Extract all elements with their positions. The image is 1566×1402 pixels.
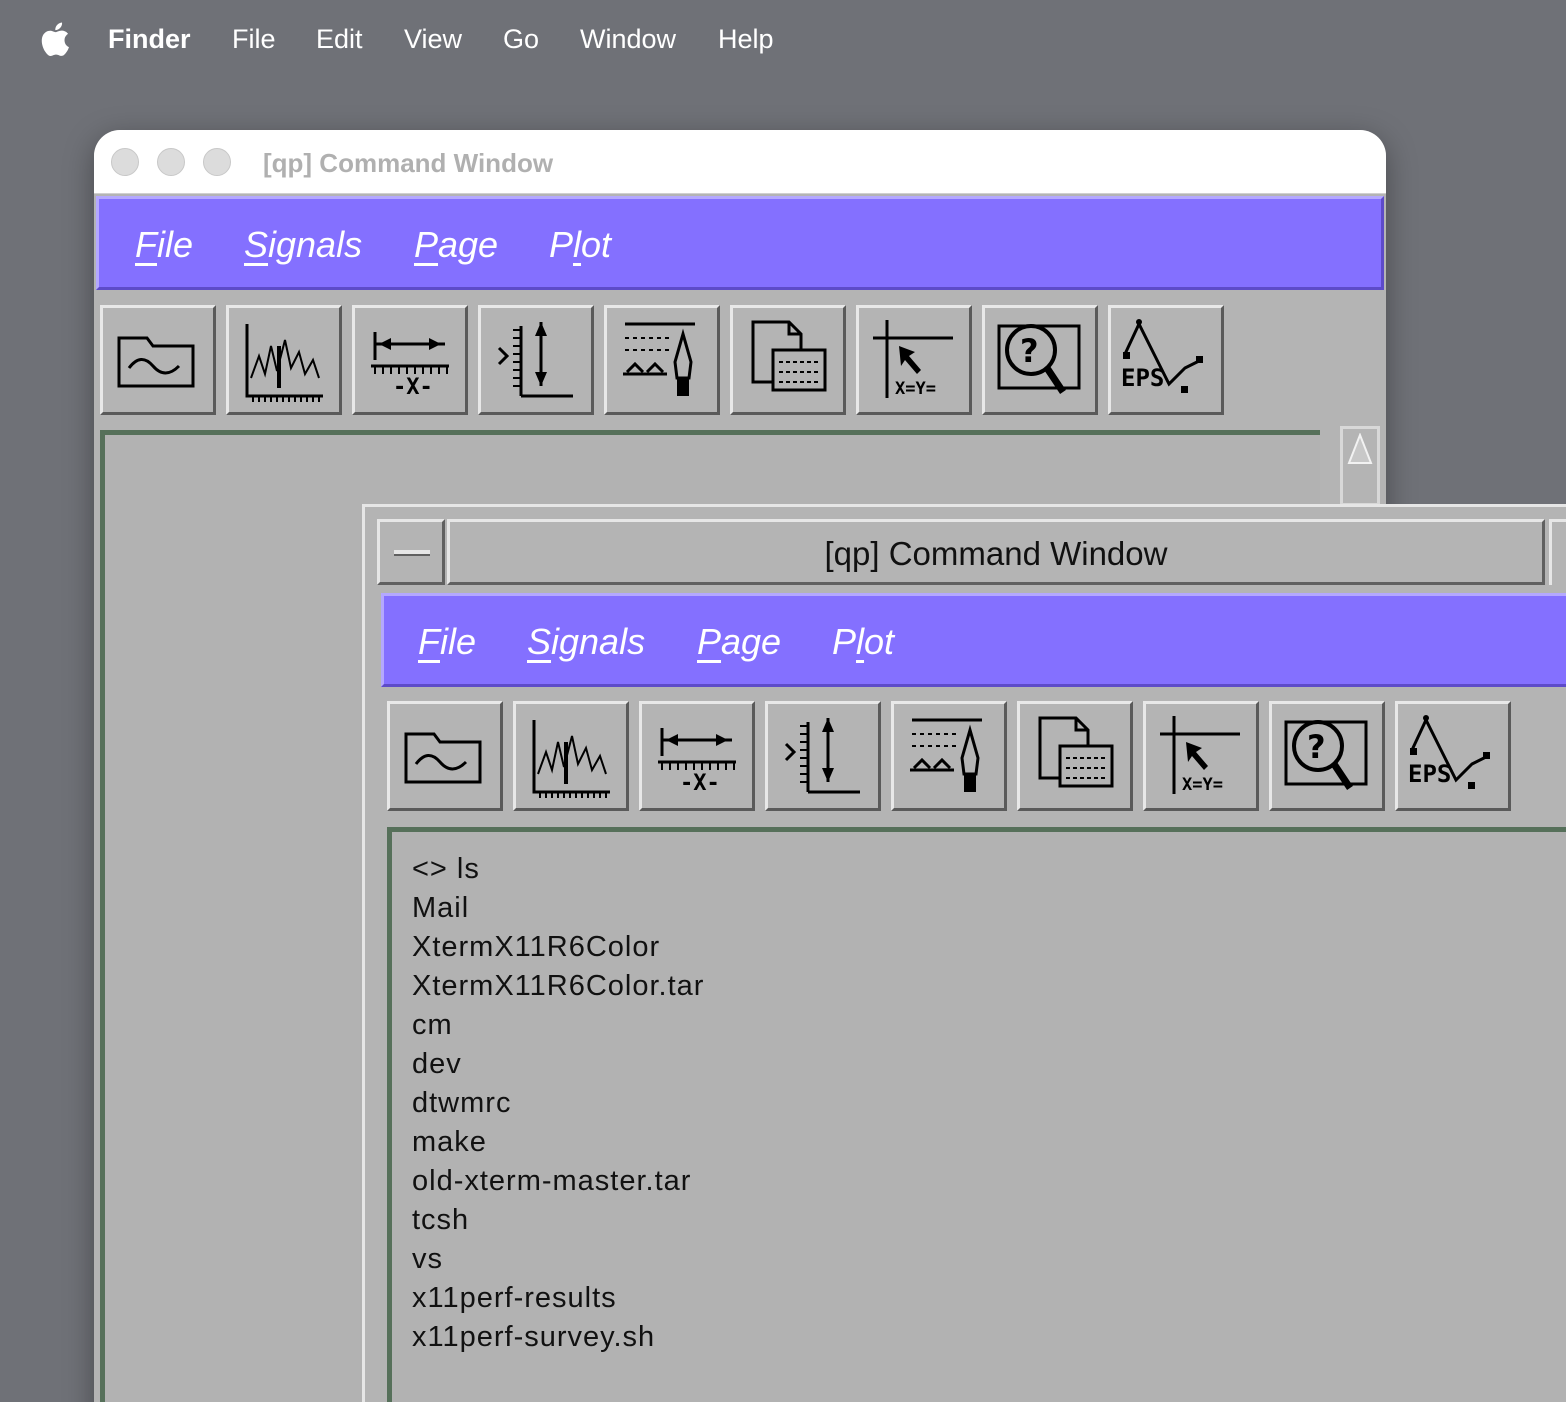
front-toolbar-button-1[interactable] [387, 701, 503, 811]
front-toolbar: -X- X=Y=? EPS [387, 701, 1527, 813]
title-area[interactable]: [qp] Command Window [447, 519, 1545, 585]
front-toolbar-button-4[interactable] [765, 701, 881, 811]
console-line: x11perf-results [412, 1282, 617, 1314]
console-line: dtwmrc [412, 1087, 512, 1119]
console-area[interactable]: <> ls Mail XtermX11R6Color XtermX11R6Color.… [387, 827, 1566, 1402]
svg-text:X=Y=: X=Y= [895, 379, 936, 399]
svg-text:-X-: -X- [393, 375, 433, 400]
console-line: cm [412, 1009, 453, 1041]
mac-menubar: Finder File Edit View Go Window Help [0, 0, 1566, 78]
back-toolbar-button-2[interactable] [226, 305, 342, 415]
front-toolbar-button-9[interactable]: EPS [1395, 701, 1511, 811]
x-axis-range-icon: -X- [658, 728, 736, 796]
zoom-button[interactable] [203, 148, 231, 176]
print-page-icon [751, 320, 827, 392]
back-toolbar-button-7[interactable]: X=Y= [856, 305, 972, 415]
x-axis-range-icon: -X- [371, 332, 449, 400]
open-signal-icon [117, 336, 195, 388]
cursor-xy-readout-icon: X=Y= [873, 320, 953, 399]
window-titlebar[interactable]: [qp] Command Window [377, 519, 1566, 585]
menu-signals[interactable]: Signals [527, 620, 645, 664]
back-toolbar-button-6[interactable] [730, 305, 846, 415]
vertical-scrollbar[interactable] [1340, 426, 1380, 506]
back-toolbar-button-5[interactable] [604, 305, 720, 415]
console-line: make [412, 1126, 487, 1158]
menu-file[interactable]: File [418, 620, 476, 664]
back-toolbar-button-3[interactable]: -X- [352, 305, 468, 415]
plot-signals-icon [245, 324, 323, 402]
window-titlebar[interactable]: [qp] Command Window [94, 130, 1386, 194]
front-command-window: [qp] Command Window File Signals Page Pl… [362, 504, 1566, 1402]
svg-text:?: ? [1020, 332, 1039, 370]
front-toolbar-button-2[interactable] [513, 701, 629, 811]
menubar-go[interactable]: Go [503, 22, 539, 56]
open-signal-icon [404, 732, 482, 784]
query-zoom-icon: ? [1284, 720, 1368, 790]
console-line: x11perf-survey.sh [412, 1321, 656, 1353]
minimize-button[interactable] [157, 148, 185, 176]
back-toolbar: -X- X=Y=? EPS [100, 305, 1240, 417]
window-menu-button[interactable] [377, 519, 445, 585]
print-page-icon [1038, 716, 1114, 788]
front-toolbar-button-3[interactable]: -X- [639, 701, 755, 811]
back-toolbar-button-4[interactable] [478, 305, 594, 415]
console-line: XtermX11R6Color.tar [412, 970, 705, 1002]
console-output: <> ls Mail XtermX11R6Color XtermX11R6Color.… [412, 850, 704, 1357]
query-zoom-icon: ? [997, 324, 1081, 394]
menubar-help[interactable]: Help [718, 22, 774, 56]
svg-text:X=Y=: X=Y= [1182, 775, 1223, 795]
back-toolbar-button-9[interactable]: EPS [1108, 305, 1224, 415]
apple-logo-icon[interactable] [38, 22, 70, 56]
y-axis-range-icon [497, 322, 573, 398]
back-toolbar-button-1[interactable] [100, 305, 216, 415]
console-line: Mail [412, 892, 470, 924]
console-line: dev [412, 1048, 462, 1080]
menubar-file[interactable]: File [232, 22, 276, 56]
menu-plot[interactable]: Plot [549, 223, 611, 267]
back-toolbar-button-8[interactable]: ? [982, 305, 1098, 415]
plot-signals-icon [532, 720, 610, 798]
annotate-pen-icon [910, 718, 982, 792]
svg-text:-X-: -X- [680, 771, 720, 796]
console-line: <> ls [412, 853, 480, 885]
console-line: old-xterm-master.tar [412, 1165, 692, 1197]
window-title: [qp] Command Window [824, 535, 1168, 572]
menu-plot[interactable]: Plot [832, 620, 894, 664]
menubar-app-name[interactable]: Finder [108, 22, 191, 56]
front-toolbar-button-5[interactable] [891, 701, 1007, 811]
menubar-window[interactable]: Window [580, 22, 676, 56]
menu-file[interactable]: File [135, 223, 193, 267]
console-line: vs [412, 1243, 443, 1275]
close-button[interactable] [111, 148, 139, 176]
front-menubar: File Signals Page Plot [381, 593, 1566, 687]
front-toolbar-button-8[interactable]: ? [1269, 701, 1385, 811]
svg-text:?: ? [1307, 728, 1326, 766]
scroll-up-arrow-icon[interactable] [1347, 433, 1373, 467]
minimize-button[interactable] [1549, 519, 1566, 585]
annotate-pen-icon [623, 322, 695, 396]
window-title: [qp] Command Window [263, 148, 554, 178]
menu-signals[interactable]: Signals [244, 223, 362, 267]
menu-page[interactable]: Page [414, 223, 498, 267]
eps-label: EPS [1408, 760, 1451, 788]
console-line: tcsh [412, 1204, 470, 1236]
eps-export-icon: EPS [1408, 715, 1490, 789]
console-line: XtermX11R6Color [412, 931, 661, 963]
menubar-edit[interactable]: Edit [316, 22, 363, 56]
front-toolbar-button-7[interactable]: X=Y= [1143, 701, 1259, 811]
cursor-xy-readout-icon: X=Y= [1160, 716, 1240, 795]
eps-label: EPS [1121, 364, 1164, 392]
menubar-view[interactable]: View [404, 22, 462, 56]
y-axis-range-icon [784, 718, 860, 794]
eps-export-icon: EPS [1121, 319, 1203, 393]
front-toolbar-button-6[interactable] [1017, 701, 1133, 811]
back-menubar: File Signals Page Plot [96, 196, 1384, 290]
menu-page[interactable]: Page [697, 620, 781, 664]
